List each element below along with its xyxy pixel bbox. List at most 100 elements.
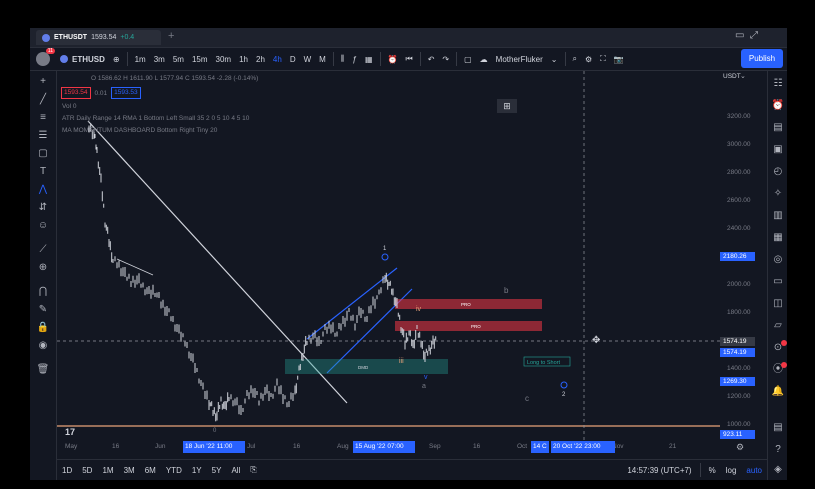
time-axis-settings-icon[interactable]: ⚙	[736, 442, 744, 453]
ruler-icon[interactable]: ⟋	[30, 243, 56, 257]
lock-icon[interactable]: 🔒	[30, 321, 56, 335]
eye-icon[interactable]: ◉	[30, 339, 56, 353]
window-fullscreen-icon[interactable]: ⤢	[750, 30, 758, 41]
chat-icon[interactable]: ▭	[768, 275, 787, 289]
calendar-icon[interactable]: ◴	[768, 165, 787, 179]
range-3m[interactable]: 3M	[119, 466, 140, 475]
order-panel-icon[interactable]: ▤	[768, 421, 787, 435]
wave-2-marker[interactable]	[560, 381, 568, 389]
price-label[interactable]: 1574.19	[720, 348, 755, 357]
price-label[interactable]: 1269.30	[720, 377, 755, 386]
price-label[interactable]: 923.11	[720, 430, 755, 439]
range-ytd[interactable]: YTD	[161, 466, 187, 475]
interval-15m[interactable]: 15m	[188, 55, 212, 64]
interval-2h[interactable]: 2h	[252, 55, 269, 64]
emoji-icon[interactable]: ☺	[30, 219, 56, 233]
range-5d[interactable]: 5D	[77, 466, 97, 475]
candles-icon[interactable]: ⫼	[337, 54, 349, 64]
notifications-icon[interactable]: 🔔	[768, 385, 787, 399]
price-scale[interactable]: USDT ⌄ 3200.00 3000.00 2800.00 2600.00 2400.…	[720, 71, 767, 441]
stay-drawing-icon[interactable]: ✎	[30, 303, 56, 317]
currency-chevron-icon[interactable]: ⌄	[740, 72, 746, 80]
messages-icon[interactable]: ▱	[768, 319, 787, 333]
clock[interactable]: 14:57:39 (UTC+7)	[622, 466, 696, 475]
hotlist-icon[interactable]: ▣	[768, 143, 787, 157]
chart-pane[interactable]: 1 2 iii iv v a b c 0 PRO PRO DMD Long to…	[57, 71, 720, 453]
range-6m[interactable]: 6M	[140, 466, 161, 475]
new-tab-plus-icon[interactable]: +	[168, 30, 174, 42]
price-label[interactable]: 1574.19	[720, 337, 755, 346]
range-5y[interactable]: 5Y	[207, 466, 227, 475]
text-icon[interactable]: T	[30, 165, 56, 179]
time-label[interactable]: 14 C	[531, 441, 549, 453]
interval-m[interactable]: M	[315, 55, 330, 64]
indicators-fx-icon[interactable]: ƒ	[349, 55, 361, 64]
auto-toggle[interactable]: auto	[741, 466, 767, 475]
fib-icon[interactable]: ☰	[30, 129, 56, 143]
interval-1m[interactable]: 1m	[131, 55, 150, 64]
alerts-icon[interactable]: ⏰	[768, 99, 787, 113]
streams-icon[interactable]: ⊙	[768, 340, 787, 355]
time-label[interactable]: 15 Aug '22 07:00	[353, 441, 415, 453]
zoom-icon[interactable]: ⊕	[30, 261, 56, 275]
gear-icon[interactable]: ⚙	[581, 55, 596, 64]
interval-30m[interactable]: 30m	[212, 55, 236, 64]
publish-button[interactable]: Publish	[741, 49, 783, 68]
chart-tab[interactable]: ETHUSDT 1593.54 +0.4	[36, 30, 161, 45]
time-axis[interactable]: May16JunJul16Aug16Sep16OctNov21 18 Jun '…	[57, 441, 720, 455]
compare-plus-icon[interactable]: ⊕	[109, 55, 124, 64]
window-restore-icon[interactable]: ▭	[735, 30, 744, 41]
chat-bubble-icon[interactable]: ◫	[768, 297, 787, 311]
watchlist-icon[interactable]: ☷	[768, 77, 787, 91]
price-label[interactable]: 2180.26	[720, 252, 755, 261]
time-label[interactable]: 20 Oct '22 23:00	[551, 441, 615, 453]
interval-5m[interactable]: 5m	[169, 55, 188, 64]
layout-icon[interactable]: ▢	[460, 55, 476, 64]
search-icon[interactable]: ⌕	[569, 54, 581, 64]
range-1y[interactable]: 1Y	[187, 466, 207, 475]
target-icon[interactable]: ◎	[768, 253, 787, 267]
pattern-icon[interactable]: ⋀	[30, 183, 56, 197]
crosshair-icon[interactable]: +	[30, 75, 56, 89]
templates-icon[interactable]: ▦	[361, 55, 377, 64]
time-label[interactable]: 18 Jun '22 11:00	[183, 441, 245, 453]
layout-toggle-icon[interactable]: ⊞	[497, 99, 517, 113]
momentum-indicator-legend[interactable]: MA MOMENTUM DASHBOARD Bottom Right Tiny …	[62, 127, 217, 134]
layout-name-button[interactable]: MotherFluker	[492, 55, 547, 64]
percent-toggle[interactable]: %	[704, 466, 721, 475]
range-1m[interactable]: 1M	[97, 466, 118, 475]
horizontal-lines-icon[interactable]: ≡	[30, 111, 56, 125]
undo-icon[interactable]: ↶	[424, 55, 439, 64]
measure-icon[interactable]: ⇵	[30, 201, 56, 215]
fullscreen-icon[interactable]: ⛶	[596, 54, 610, 64]
alert-clock-icon[interactable]: ⏰	[384, 55, 402, 64]
interval-w[interactable]: W	[300, 55, 316, 64]
range-all[interactable]: All	[226, 466, 245, 475]
interval-3m[interactable]: 3m	[150, 55, 169, 64]
layers-icon[interactable]: ◈	[768, 463, 787, 477]
symbol-search-button[interactable]: ETHUSD	[68, 55, 109, 64]
interval-1h[interactable]: 1h	[235, 55, 252, 64]
range-1d[interactable]: 1D	[57, 466, 77, 475]
data-window-icon[interactable]: ▤	[768, 121, 787, 135]
chevron-down-icon[interactable]: ⌄	[547, 55, 562, 64]
currency-label[interactable]: USDT	[723, 73, 741, 80]
dom-icon[interactable]: ▥	[768, 209, 787, 223]
help-icon[interactable]: ?	[768, 443, 787, 457]
atr-indicator-legend[interactable]: ATR Daily Range 14 RMA 1 Bottom Left Sma…	[62, 115, 249, 122]
date-range-icon[interactable]: ⎘	[245, 465, 261, 475]
camera-icon[interactable]: 📷	[610, 55, 628, 64]
interval-4h[interactable]: 4h	[269, 55, 286, 64]
trend-line-icon[interactable]: ╱	[30, 93, 56, 107]
magnet-icon[interactable]: ⋂	[30, 285, 56, 299]
trash-icon[interactable]: 🗑	[30, 363, 56, 377]
ideas-icon[interactable]: ✧	[768, 187, 787, 201]
avatar[interactable]: 11	[36, 48, 55, 66]
buy-button[interactable]: 1593.53	[111, 87, 141, 99]
sell-button[interactable]: 1593.54	[61, 87, 91, 99]
small-trend-line[interactable]	[116, 258, 154, 276]
grid-icon[interactable]: ▦	[768, 231, 787, 245]
interval-d[interactable]: D	[286, 55, 300, 64]
broadcast-icon[interactable]: ⦿	[768, 362, 787, 377]
log-toggle[interactable]: log	[721, 466, 742, 475]
